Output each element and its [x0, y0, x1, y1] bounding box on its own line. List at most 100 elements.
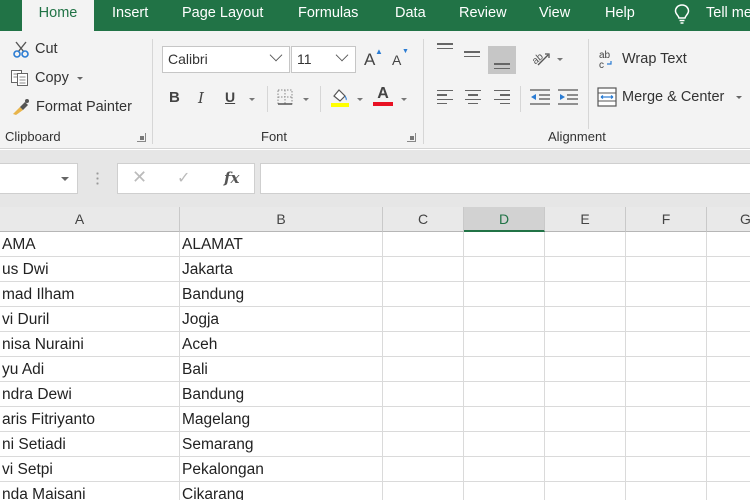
font-color-dropdown-icon[interactable]: [401, 98, 407, 101]
drag-handle-icon[interactable]: [96, 171, 99, 185]
cell-E7[interactable]: [545, 382, 626, 407]
cell-B2[interactable]: Jakarta: [180, 257, 383, 282]
cell-A4[interactable]: vi Duril: [0, 307, 180, 332]
format-painter-button[interactable]: Format Painter: [11, 98, 132, 116]
tab-view[interactable]: View: [539, 0, 570, 31]
cell-F7[interactable]: [626, 382, 707, 407]
font-launcher-icon[interactable]: [407, 133, 416, 142]
cell-F6[interactable]: [626, 357, 707, 382]
cancel-icon[interactable]: ✕: [132, 167, 147, 188]
cell-E10[interactable]: [545, 457, 626, 482]
cell-C3[interactable]: [383, 282, 464, 307]
cell-C9[interactable]: [383, 432, 464, 457]
column-header-f[interactable]: F: [626, 207, 707, 232]
formula-input[interactable]: [260, 163, 750, 194]
cell-F4[interactable]: [626, 307, 707, 332]
cell-C5[interactable]: [383, 332, 464, 357]
cell-D5[interactable]: [464, 332, 545, 357]
cell-D9[interactable]: [464, 432, 545, 457]
tell-me-search[interactable]: Tell me: [706, 0, 750, 31]
cell-B8[interactable]: Magelang: [180, 407, 383, 432]
borders-dropdown-icon[interactable]: [303, 98, 309, 101]
cell-A11[interactable]: nda Maisani: [0, 482, 180, 500]
font-name-dropdown[interactable]: Calibri: [162, 46, 290, 73]
cell-A6[interactable]: yu Adi: [0, 357, 180, 382]
align-bottom-icon[interactable]: [488, 46, 516, 74]
cell-C4[interactable]: [383, 307, 464, 332]
tab-help[interactable]: Help: [605, 0, 635, 31]
cell-G5[interactable]: [707, 332, 750, 357]
align-top-icon[interactable]: [437, 43, 455, 57]
cell-C11[interactable]: [383, 482, 464, 500]
tab-insert[interactable]: Insert: [112, 0, 148, 31]
cell-G10[interactable]: [707, 457, 750, 482]
align-left-icon[interactable]: [437, 90, 455, 104]
shrink-font-button[interactable]: A ▼: [392, 48, 409, 68]
column-header-a[interactable]: A: [0, 207, 180, 232]
align-center-icon[interactable]: [464, 90, 482, 104]
underline-button[interactable]: U: [225, 89, 235, 105]
cell-C8[interactable]: [383, 407, 464, 432]
chevron-down-icon[interactable]: [736, 95, 743, 99]
cell-C10[interactable]: [383, 457, 464, 482]
cell-E4[interactable]: [545, 307, 626, 332]
cell-G7[interactable]: [707, 382, 750, 407]
cell-G8[interactable]: [707, 407, 750, 432]
cell-A8[interactable]: aris Fitriyanto: [0, 407, 180, 432]
cell-E5[interactable]: [545, 332, 626, 357]
name-box[interactable]: [0, 163, 78, 194]
borders-icon[interactable]: [277, 89, 293, 105]
fill-color-dropdown-icon[interactable]: [357, 98, 363, 101]
column-header-c[interactable]: C: [383, 207, 464, 232]
cell-E6[interactable]: [545, 357, 626, 382]
cell-D8[interactable]: [464, 407, 545, 432]
cell-B3[interactable]: Bandung: [180, 282, 383, 307]
align-right-icon[interactable]: [492, 90, 510, 104]
increase-indent-icon[interactable]: [557, 88, 579, 106]
chevron-down-icon[interactable]: [61, 177, 69, 181]
copy-button[interactable]: Copy: [10, 69, 83, 87]
cell-F3[interactable]: [626, 282, 707, 307]
cell-D10[interactable]: [464, 457, 545, 482]
cell-F10[interactable]: [626, 457, 707, 482]
chevron-down-icon[interactable]: [76, 76, 83, 80]
italic-button[interactable]: I: [198, 89, 204, 107]
cell-F5[interactable]: [626, 332, 707, 357]
column-header-g[interactable]: G: [707, 207, 750, 232]
decrease-indent-icon[interactable]: [529, 88, 551, 106]
cell-A9[interactable]: ni Setiadi: [0, 432, 180, 457]
cell-C6[interactable]: [383, 357, 464, 382]
cell-G11[interactable]: [707, 482, 750, 500]
wrap-text-button[interactable]: ab c Wrap Text: [599, 49, 687, 69]
cell-F2[interactable]: [626, 257, 707, 282]
cell-B11[interactable]: Cikarang: [180, 482, 383, 500]
cell-G9[interactable]: [707, 432, 750, 457]
cell-E8[interactable]: [545, 407, 626, 432]
font-color-button[interactable]: A: [373, 85, 393, 106]
cell-E2[interactable]: [545, 257, 626, 282]
cell-F8[interactable]: [626, 407, 707, 432]
cell-B7[interactable]: Bandung: [180, 382, 383, 407]
cell-G6[interactable]: [707, 357, 750, 382]
orientation-icon[interactable]: ab: [530, 47, 552, 67]
enter-icon[interactable]: ✓: [177, 168, 190, 188]
cell-E1[interactable]: [545, 232, 626, 257]
cell-B10[interactable]: Pekalongan: [180, 457, 383, 482]
cell-A5[interactable]: nisa Nuraini: [0, 332, 180, 357]
lightbulb-icon[interactable]: [673, 3, 691, 25]
cell-G3[interactable]: [707, 282, 750, 307]
clipboard-launcher-icon[interactable]: [137, 133, 146, 142]
cell-A1[interactable]: AMA: [0, 232, 180, 257]
align-middle-icon[interactable]: [464, 47, 482, 61]
cell-D3[interactable]: [464, 282, 545, 307]
cell-G4[interactable]: [707, 307, 750, 332]
cell-E3[interactable]: [545, 282, 626, 307]
merge-center-button[interactable]: Merge & Center: [597, 87, 743, 107]
column-header-e[interactable]: E: [545, 207, 626, 232]
cell-B6[interactable]: Bali: [180, 357, 383, 382]
tab-data[interactable]: Data: [395, 0, 426, 31]
orientation-dropdown-icon[interactable]: [557, 58, 563, 61]
cell-A7[interactable]: ndra Dewi: [0, 382, 180, 407]
tab-page-layout[interactable]: Page Layout: [182, 0, 263, 31]
cell-D6[interactable]: [464, 357, 545, 382]
